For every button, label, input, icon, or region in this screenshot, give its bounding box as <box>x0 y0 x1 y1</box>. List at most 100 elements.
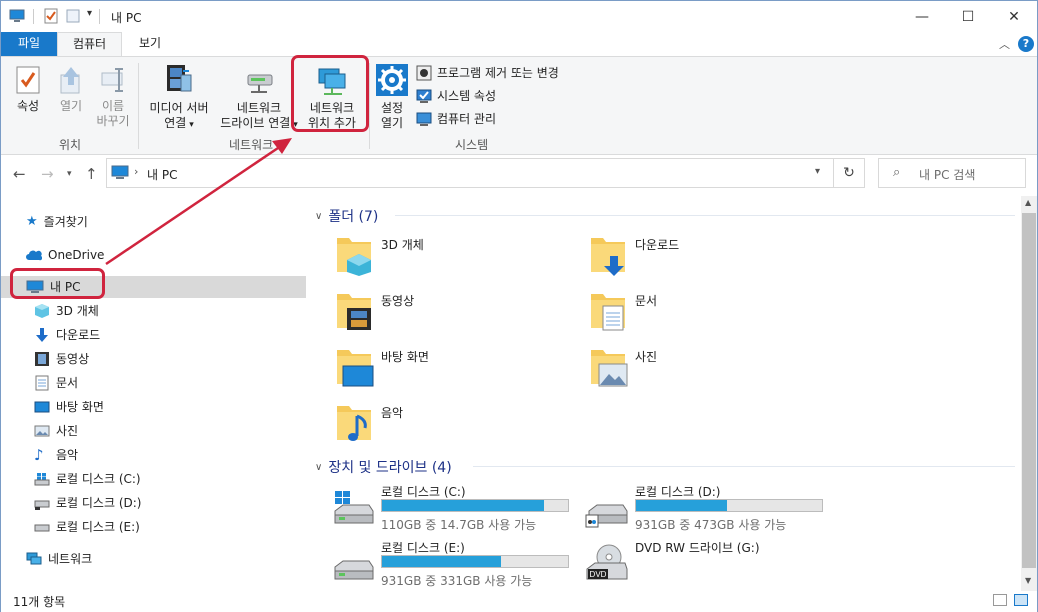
uninstall-label: 프로그램 제거 또는 변경 <box>437 66 559 80</box>
drive-c[interactable]: 로컬 디스크 (C:) 110GB 중 14.7GB 사용 가능 <box>331 483 581 535</box>
maximize-button[interactable]: ☐ <box>945 1 991 32</box>
nav-item-label: 문서 <box>56 376 79 390</box>
music-note-icon: ♪ <box>34 446 44 464</box>
nav-item-label: 로컬 디스크 (E:) <box>56 520 140 534</box>
document-icon <box>35 375 49 391</box>
forward-arrow-icon[interactable]: → <box>41 165 54 183</box>
refresh-button[interactable]: ↻ <box>834 158 865 188</box>
nav-quick-access[interactable]: ★ 즐겨찾기 <box>26 211 88 233</box>
folders-section-header[interactable]: ∨ 폴더 (7) <box>315 206 378 226</box>
search-placeholder: 내 PC 검색 <box>919 168 976 182</box>
map-network-drive-button[interactable]: 네트워크 드라이브 연결 ▾ <box>215 63 303 133</box>
media-server-label-line2: 연결 <box>164 116 187 130</box>
folder-downloads[interactable]: 다운로드 <box>589 234 819 282</box>
rename-button[interactable]: 이름 바꾸기 <box>93 65 133 129</box>
drive-free-space: 110GB 중 14.7GB 사용 가능 <box>381 518 537 532</box>
open-settings-button[interactable]: 설정 열기 <box>373 63 411 131</box>
nav-item-drive-c[interactable]: 로컬 디스크 (C:) <box>34 468 141 490</box>
highlight-this-pc <box>10 268 105 299</box>
drive-name: 로컬 디스크 (D:) <box>635 485 721 499</box>
search-box[interactable]: ⌕ 내 PC 검색 <box>878 158 1026 188</box>
folders-header-label: 폴더 (7) <box>328 209 379 225</box>
star-icon: ★ <box>26 214 38 229</box>
back-arrow-icon[interactable]: ← <box>13 165 26 183</box>
details-view-icon[interactable] <box>993 594 1007 606</box>
folder-picture-icon <box>591 350 628 387</box>
download-arrow-icon <box>36 328 48 342</box>
drive-icon <box>34 500 50 510</box>
group-location-label: 위치 <box>59 138 82 152</box>
minimize-button[interactable]: — <box>899 1 945 32</box>
collapse-ribbon-icon[interactable]: ︿ <box>999 36 1010 52</box>
shared-drive-icon <box>585 504 628 528</box>
scroll-down-icon[interactable]: ▼ <box>1025 576 1031 585</box>
drive-name: 로컬 디스크 (C:) <box>381 485 466 499</box>
folder-desktop-icon <box>337 350 374 387</box>
nav-onedrive[interactable]: OneDrive <box>26 244 104 266</box>
nav-item-desktop[interactable]: 바탕 화면 <box>34 396 104 418</box>
folder-label: 다운로드 <box>635 238 680 252</box>
network-drive-icon <box>247 74 273 93</box>
folder-videos[interactable]: 동영상 <box>335 290 565 338</box>
nav-network[interactable]: 네트워크 <box>26 548 92 570</box>
system-properties-button[interactable]: 시스템 속성 <box>416 87 496 105</box>
media-server-button[interactable]: 미디어 서버 연결 ▾ <box>143 63 215 133</box>
nav-item-drive-e[interactable]: 로컬 디스크 (E:) <box>34 516 140 538</box>
folder-3d-objects[interactable]: 3D 개체 <box>335 234 565 282</box>
qat-dropdown-icon[interactable]: ▾ <box>87 8 92 19</box>
drive-d[interactable]: 로컬 디스크 (D:) 931GB 중 473GB 사용 가능 <box>585 483 835 535</box>
nav-item-downloads[interactable]: 다운로드 <box>34 324 100 346</box>
scrollbar-thumb[interactable] <box>1022 213 1036 568</box>
address-dropdown-icon[interactable]: ▾ <box>815 166 820 177</box>
folder-music[interactable]: 음악 <box>335 402 565 450</box>
drives-section-header[interactable]: ∨ 장치 및 드라이브 (4) <box>315 457 452 477</box>
open-icon <box>60 67 80 94</box>
nav-item-drive-d[interactable]: 로컬 디스크 (D:) <box>34 492 141 514</box>
close-button[interactable]: ✕ <box>991 1 1037 32</box>
drive-e[interactable]: 로컬 디스크 (E:) 931GB 중 331GB 사용 가능 <box>331 539 581 591</box>
breadcrumb-this-pc[interactable]: 내 PC <box>147 166 177 183</box>
folder-label: 동영상 <box>381 294 415 308</box>
tab-file[interactable]: 파일 <box>1 32 57 56</box>
picture-icon <box>34 425 50 437</box>
folder-download-icon <box>591 238 625 276</box>
uninstall-icon <box>416 65 432 81</box>
new-folder-icon[interactable] <box>65 8 81 24</box>
properties-label: 속성 <box>16 99 40 113</box>
drive-usage-fill <box>382 556 502 567</box>
address-bar[interactable]: › 내 PC ▾ <box>106 158 834 188</box>
large-icons-view-icon[interactable] <box>1014 594 1028 606</box>
folder-pictures[interactable]: 사진 <box>589 346 819 394</box>
nav-item-music[interactable]: ♪ 음악 <box>34 444 78 466</box>
qat-separator <box>33 9 34 24</box>
onedrive-cloud-icon <box>26 250 42 261</box>
properties-check-icon[interactable] <box>43 8 59 24</box>
folder-documents[interactable]: 문서 <box>589 290 819 338</box>
nav-item-3d-objects[interactable]: 3D 개체 <box>34 300 99 322</box>
uninstall-program-button[interactable]: 프로그램 제거 또는 변경 <box>416 64 559 82</box>
film-icon <box>35 352 49 366</box>
drive-usage-bar <box>635 499 823 512</box>
open-label: 열기 <box>59 99 83 113</box>
scroll-up-icon[interactable]: ▲ <box>1025 198 1031 207</box>
breadcrumb-separator-icon[interactable]: › <box>134 165 138 178</box>
content-area: ∨ 폴더 (7) 3D 개체 다운로드 동영상 문서 바탕 화면 사진 음악 ∨… <box>307 196 1021 591</box>
drive-dvd[interactable]: DVD DVD RW 드라이브 (G:) <box>585 539 835 591</box>
nav-item-videos[interactable]: 동영상 <box>34 348 89 370</box>
tab-view[interactable]: 보기 <box>125 32 175 56</box>
folder-desktop[interactable]: 바탕 화면 <box>335 346 565 394</box>
recent-locations-icon[interactable]: ▾ <box>67 169 72 179</box>
help-icon[interactable]: ? <box>1018 36 1034 52</box>
windows-drive-icon <box>334 491 374 524</box>
rename-label-line2: 바꾸기 <box>96 114 130 128</box>
nav-item-pictures[interactable]: 사진 <box>34 420 78 442</box>
properties-button[interactable]: 속성 <box>9 65 47 114</box>
tab-computer[interactable]: 컴퓨터 <box>57 32 122 57</box>
drive-name: 로컬 디스크 (E:) <box>381 541 465 555</box>
rename-icon <box>101 68 123 92</box>
nav-item-label: 다운로드 <box>56 328 101 342</box>
computer-management-button[interactable]: 컴퓨터 관리 <box>416 110 496 128</box>
nav-item-documents[interactable]: 문서 <box>34 372 78 394</box>
up-arrow-icon[interactable]: ↑ <box>85 165 98 183</box>
open-button[interactable]: 열기 <box>53 65 89 114</box>
